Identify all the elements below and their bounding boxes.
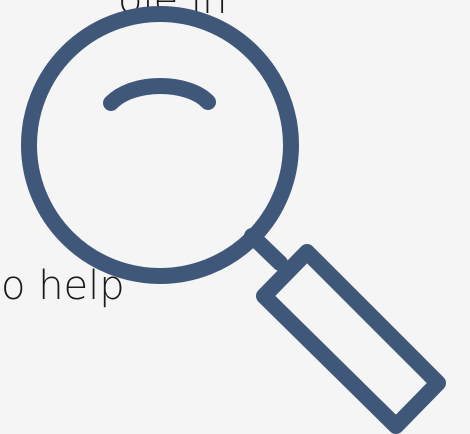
screenshot-canvas: ole in o help [0,0,470,434]
magnifying-glass-icon [21,6,446,434]
